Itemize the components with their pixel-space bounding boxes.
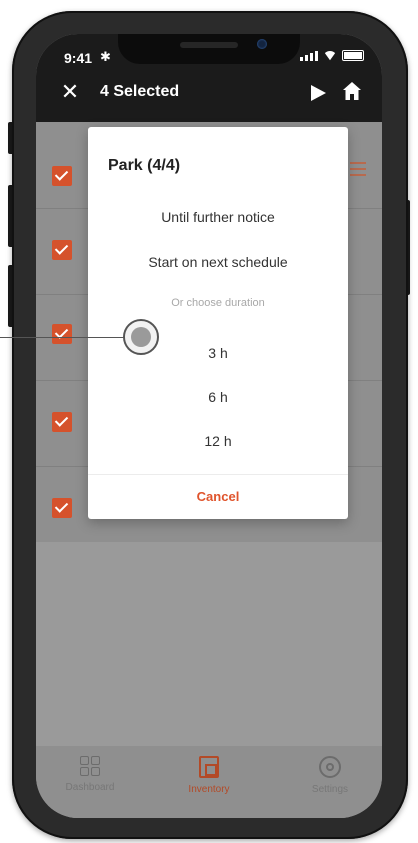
row-checkbox[interactable] <box>52 240 72 260</box>
tab-label: Inventory <box>188 784 230 795</box>
dashboard-icon <box>80 756 100 776</box>
status-time: 9:41 <box>64 50 93 66</box>
duration-subtitle: Or choose duration <box>171 297 265 309</box>
bluetooth-icon: ✱ <box>100 49 111 64</box>
wifi-icon <box>323 51 337 61</box>
option-start-on-next-schedule[interactable]: Start on next schedule <box>88 254 348 270</box>
option-duration-12h[interactable]: 12 h <box>88 433 348 449</box>
status-indicators <box>300 50 364 61</box>
battery-icon <box>342 50 364 61</box>
tab-settings[interactable]: Settings <box>280 756 380 795</box>
option-duration-6h[interactable]: 6 h <box>88 389 348 405</box>
gear-icon <box>319 756 341 778</box>
front-camera <box>257 39 267 49</box>
tab-dashboard[interactable]: Dashboard <box>40 756 140 793</box>
phone-screen: 9:41 ✱ ✕ 4 Selected Park (4/4) Until fur… <box>36 34 382 818</box>
cancel-button[interactable]: Cancel <box>88 489 348 504</box>
play-icon[interactable] <box>311 85 326 101</box>
callout-line <box>0 337 124 338</box>
notch <box>118 34 300 64</box>
dialog-title: Park (4/4) <box>108 157 181 174</box>
divider <box>88 474 348 475</box>
option-until-further-notice[interactable]: Until further notice <box>88 209 348 225</box>
tab-label: Settings <box>311 784 349 795</box>
inventory-icon <box>199 756 219 778</box>
close-icon[interactable]: ✕ <box>60 81 80 103</box>
tab-inventory[interactable]: Inventory <box>159 756 259 795</box>
tab-label: Dashboard <box>65 782 115 793</box>
row-checkbox[interactable] <box>52 166 72 186</box>
tap-indicator <box>123 319 159 355</box>
home-icon[interactable] <box>342 81 362 101</box>
row-checkbox[interactable] <box>52 412 72 432</box>
page-title: 4 Selected <box>100 83 180 100</box>
park-dialog: Park (4/4) Until further notice Start on… <box>88 127 348 519</box>
row-checkbox[interactable] <box>52 324 72 344</box>
tab-bar: Dashboard Inventory Settings <box>36 746 382 818</box>
row-checkbox[interactable] <box>52 498 72 518</box>
signal-icon <box>300 50 318 61</box>
speaker-grille <box>180 42 238 48</box>
